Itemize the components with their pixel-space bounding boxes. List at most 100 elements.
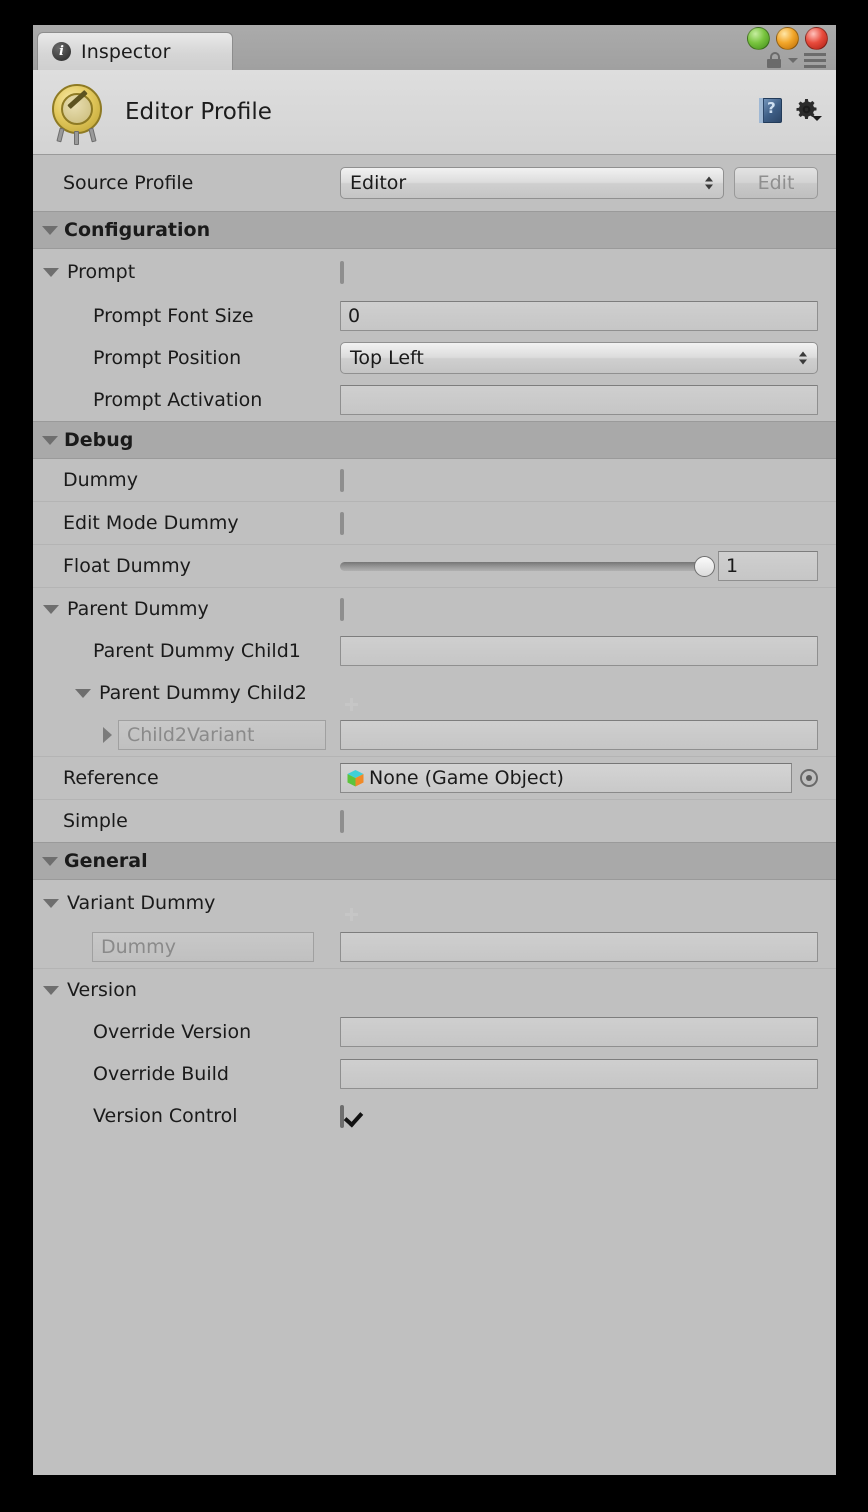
prompt-position-label: Prompt Position <box>93 347 242 369</box>
override-version-input[interactable] <box>340 1017 818 1047</box>
gear-icon[interactable] <box>796 98 822 123</box>
dummy-checkbox[interactable] <box>340 468 344 492</box>
parent-dummy-label: Parent Dummy <box>67 598 209 620</box>
override-build-input[interactable] <box>340 1059 818 1089</box>
slider-handle[interactable] <box>694 555 715 577</box>
section-general-label: General <box>64 850 148 872</box>
help-book-icon[interactable]: ? <box>759 98 782 123</box>
row-parent-dummy: Parent Dummy <box>33 587 836 630</box>
reference-label: Reference <box>63 767 159 789</box>
tab-inspector-label: Inspector <box>81 40 171 63</box>
child2-variant-name-input[interactable]: Child2Variant <box>118 720 326 750</box>
triangle-down-icon[interactable] <box>43 985 59 995</box>
dummy-label: Dummy <box>63 469 138 491</box>
triangle-down-icon[interactable] <box>75 688 91 698</box>
edit-mode-dummy-checkbox[interactable] <box>340 511 344 535</box>
row-child2-variant: Child2Variant <box>33 714 836 756</box>
reference-value: None (Game Object) <box>369 767 564 789</box>
minimize-button[interactable] <box>776 27 799 50</box>
row-prompt-activation: Prompt Activation <box>33 379 836 421</box>
prompt-checkbox[interactable] <box>340 260 344 284</box>
header-actions: ? <box>759 98 822 123</box>
simple-label: Simple <box>63 810 128 832</box>
source-profile-value: Editor <box>350 172 407 194</box>
prompt-font-size-label: Prompt Font Size <box>93 305 254 327</box>
row-edit-mode-dummy: Edit Mode Dummy <box>33 501 836 544</box>
hamburger-menu-icon[interactable] <box>804 52 826 68</box>
section-configuration-label: Configuration <box>64 219 211 241</box>
prompt-font-size-input[interactable]: 0 <box>340 301 818 331</box>
section-header-general[interactable]: General <box>33 842 836 880</box>
row-version-control: Version Control <box>33 1095 836 1137</box>
info-icon: i <box>52 42 71 61</box>
editor-profile-icon <box>47 82 107 145</box>
float-dummy-slider[interactable] <box>340 555 715 577</box>
row-parent-dummy-child1: Parent Dummy Child1 <box>33 630 836 672</box>
object-header: Editor Profile ? <box>33 70 836 155</box>
prompt-activation-input[interactable] <box>340 385 818 415</box>
prompt-activation-label: Prompt Activation <box>93 389 263 411</box>
row-source-profile: Source Profile Editor Edit <box>33 155 836 211</box>
row-override-version: Override Version <box>33 1011 836 1053</box>
window-traffic-lights <box>747 27 828 50</box>
page-title: Editor Profile <box>125 99 272 125</box>
variant-dummy-entry-value-input[interactable] <box>340 932 818 962</box>
override-version-label: Override Version <box>93 1021 252 1043</box>
row-dummy: Dummy <box>33 459 836 501</box>
row-variant-dummy-entry: Dummy <box>33 926 836 968</box>
prompt-position-value: Top Left <box>350 347 424 369</box>
game-object-cube-icon <box>346 769 365 788</box>
triangle-down-icon[interactable] <box>43 267 59 277</box>
row-variant-dummy: Variant Dummy <box>33 880 836 926</box>
parent-dummy-child1-label: Parent Dummy Child1 <box>93 640 301 662</box>
zoom-button[interactable] <box>805 27 828 50</box>
edit-button[interactable]: Edit <box>734 167 818 199</box>
window-controls <box>766 52 826 68</box>
prompt-position-dropdown[interactable]: Top Left <box>340 342 818 374</box>
parent-dummy-child2-label: Parent Dummy Child2 <box>99 682 307 704</box>
edit-mode-dummy-label: Edit Mode Dummy <box>63 512 239 534</box>
variant-dummy-label: Variant Dummy <box>67 892 216 914</box>
simple-checkbox[interactable] <box>340 809 344 833</box>
row-prompt-position: Prompt Position Top Left <box>33 337 836 379</box>
target-picker-icon[interactable] <box>800 769 818 787</box>
triangle-down-icon[interactable] <box>42 856 58 866</box>
float-dummy-value-input[interactable]: 1 <box>718 551 818 581</box>
source-profile-label: Source Profile <box>63 172 194 194</box>
triangle-right-icon[interactable] <box>103 727 112 743</box>
source-profile-dropdown[interactable]: Editor <box>340 167 724 199</box>
row-reference: Reference None (Game Object) <box>33 756 836 799</box>
row-simple: Simple <box>33 799 836 842</box>
close-button[interactable] <box>747 27 770 50</box>
triangle-down-icon[interactable] <box>43 604 59 614</box>
row-prompt-font-size: Prompt Font Size 0 <box>33 295 836 337</box>
chevron-down-icon[interactable] <box>788 57 798 63</box>
chevron-updown-icon <box>705 176 713 190</box>
row-override-build: Override Build <box>33 1053 836 1095</box>
triangle-down-icon[interactable] <box>42 435 58 445</box>
window-tab-bar: i Inspector <box>33 25 836 70</box>
tab-inspector[interactable]: i Inspector <box>37 32 233 70</box>
section-header-debug[interactable]: Debug <box>33 421 836 459</box>
variant-dummy-entry-name-input[interactable]: Dummy <box>92 932 314 962</box>
chevron-updown-icon <box>799 351 807 365</box>
section-debug-label: Debug <box>64 429 134 451</box>
row-float-dummy: Float Dummy 1 <box>33 544 836 587</box>
reference-object-field[interactable]: None (Game Object) <box>340 763 792 793</box>
parent-dummy-child1-input[interactable] <box>340 636 818 666</box>
inspector-body: Source Profile Editor Edit Configuration… <box>33 155 836 1475</box>
lock-icon[interactable] <box>766 52 782 68</box>
version-label: Version <box>67 979 137 1001</box>
version-control-label: Version Control <box>93 1105 238 1127</box>
row-prompt: Prompt <box>33 249 836 295</box>
parent-dummy-checkbox[interactable] <box>340 597 344 621</box>
inspector-window: i Inspector Editor Profile ? Source Prof… <box>33 25 836 1475</box>
row-version: Version <box>33 968 836 1011</box>
override-build-label: Override Build <box>93 1063 229 1085</box>
triangle-down-icon[interactable] <box>43 898 59 908</box>
child2-variant-value-input[interactable] <box>340 720 818 750</box>
prompt-label: Prompt <box>67 261 136 283</box>
version-control-checkbox[interactable] <box>340 1104 344 1128</box>
triangle-down-icon[interactable] <box>42 225 58 235</box>
section-header-configuration[interactable]: Configuration <box>33 211 836 249</box>
